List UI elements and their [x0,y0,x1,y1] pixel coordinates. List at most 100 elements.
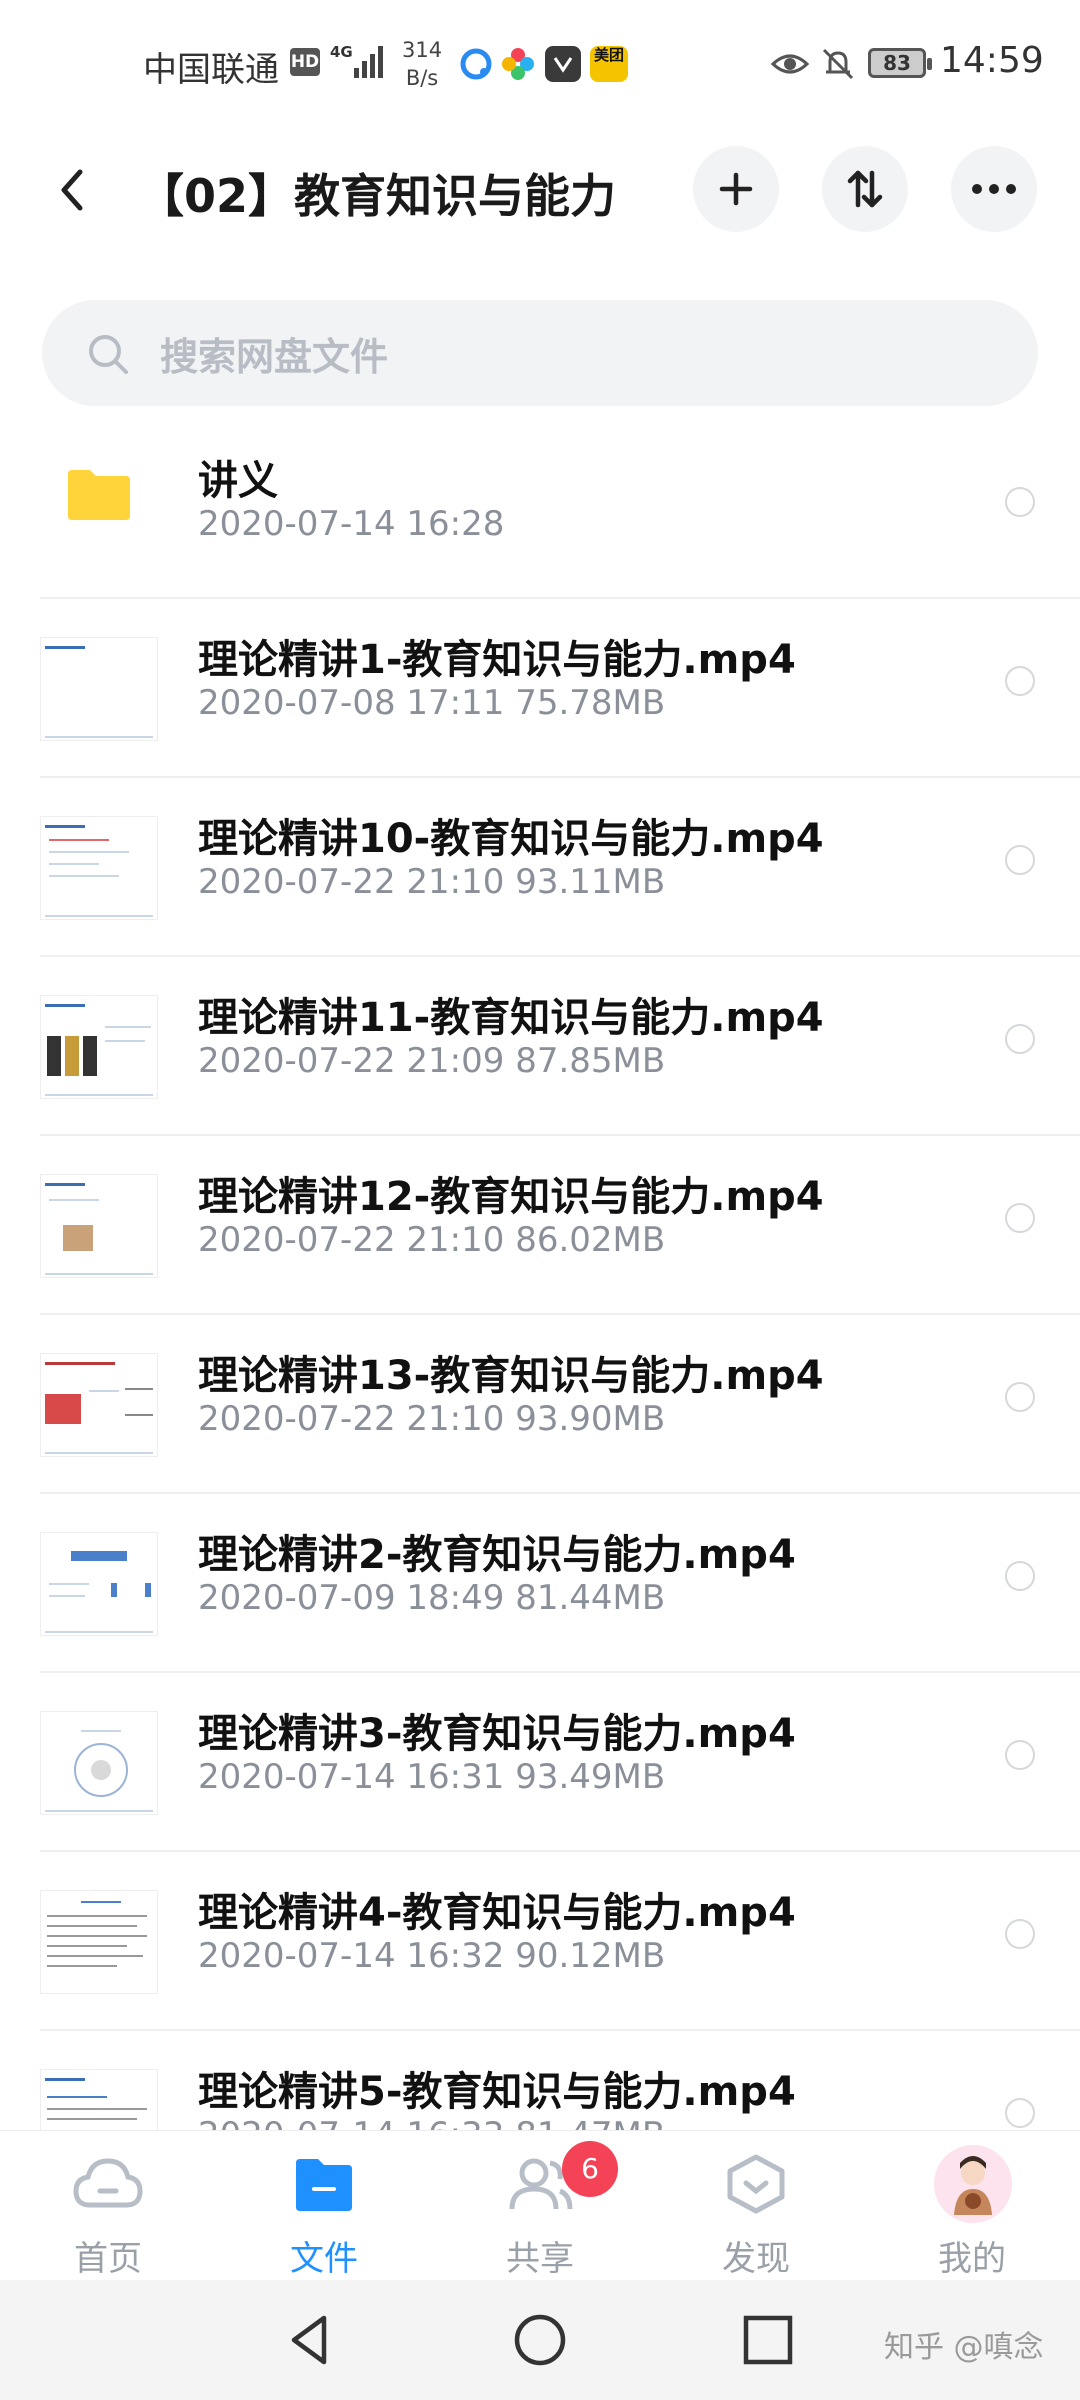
select-checkbox[interactable] [1005,2098,1035,2128]
select-checkbox[interactable] [1005,1561,1035,1591]
discover-icon [727,2154,785,2214]
select-checkbox[interactable] [1005,845,1035,875]
eye-icon [770,54,810,74]
sort-button[interactable] [822,146,908,232]
tab-files[interactable]: 文件 [216,2131,432,2281]
tab-mine[interactable]: 我的 [864,2131,1080,2281]
bottom-nav: 首页 文件 6 共享 发现 我的 [0,2130,1080,2280]
video-thumbnail [40,1174,158,1278]
system-recents-icon[interactable] [738,2310,798,2370]
clock: 14:59 [940,40,1044,81]
title-bar: 【02】教育知识与能力 [0,130,1080,250]
search-icon [89,335,128,374]
file-meta: 2020-07-08 17:11 75.78MB [198,683,666,723]
list-item[interactable]: 讲义 2020-07-14 16:28 [40,420,1080,599]
more-icon [972,184,1016,194]
select-checkbox[interactable] [1005,666,1035,696]
plus-icon [719,172,753,206]
battery-icon: 83 [868,48,932,78]
tab-share-label: 共享 [506,2239,574,2279]
system-nav-bar: 知乎 @嗔念 [0,2280,1080,2400]
file-name: 理论精讲10-教育知识与能力.mp4 [198,816,824,862]
video-thumbnail [40,1353,158,1457]
list-item[interactable]: 理论精讲1-教育知识与能力.mp4 2020-07-08 17:11 75.78… [40,599,1080,778]
file-meta: 2020-07-22 21:10 86.02MB [198,1220,666,1260]
speed-unit: B/s [405,66,439,90]
sort-icon [847,170,883,208]
app-notification-icon [458,46,494,82]
colorful-app-icon [502,48,534,80]
huawei-app-icon [545,46,581,82]
tab-discover-label: 发现 [722,2239,790,2279]
search-placeholder: 搜索网盘文件 [160,335,389,379]
signal-icon [354,46,383,78]
system-home-icon[interactable] [510,2310,570,2370]
carrier-label: 中国联通 [143,50,279,90]
list-item[interactable]: 理论精讲4-教育知识与能力.mp4 2020-07-14 16:32 90.12… [40,1852,1080,2031]
avatar [934,2145,1012,2223]
page-title: 【02】教育知识与能力 [138,169,617,223]
file-name: 理论精讲3-教育知识与能力.mp4 [198,1711,796,1757]
tab-files-label: 文件 [290,2239,358,2279]
back-icon[interactable] [48,160,96,220]
tab-home[interactable]: 首页 [0,2131,216,2281]
file-meta: 2020-07-22 21:09 87.85MB [198,1041,666,1081]
file-name: 理论精讲5-教育知识与能力.mp4 [198,2069,796,2115]
list-item[interactable]: 理论精讲11-教育知识与能力.mp4 2020-07-22 21:09 87.8… [40,957,1080,1136]
list-item[interactable]: 理论精讲13-教育知识与能力.mp4 2020-07-22 21:10 93.9… [40,1315,1080,1494]
select-checkbox[interactable] [1005,1382,1035,1412]
select-checkbox[interactable] [1005,487,1035,517]
file-meta: 2020-07-22 21:10 93.11MB [198,862,666,902]
video-thumbnail [40,1890,158,1994]
hd-icon: HD [290,48,320,76]
network-type: 4G [330,43,353,61]
list-item[interactable]: 理论精讲2-教育知识与能力.mp4 2020-07-09 18:49 81.44… [40,1494,1080,1673]
select-checkbox[interactable] [1005,1740,1035,1770]
folder-icon [296,2159,352,2211]
tab-share[interactable]: 6 共享 [432,2131,648,2281]
file-name: 理论精讲2-教育知识与能力.mp4 [198,1532,796,1578]
system-back-icon[interactable] [280,2310,340,2370]
search-input[interactable]: 搜索网盘文件 [42,300,1038,406]
file-meta: 2020-07-14 16:31 93.49MB [198,1757,666,1797]
file-name: 理论精讲1-教育知识与能力.mp4 [198,637,796,683]
tab-home-label: 首页 [74,2239,142,2279]
video-thumbnail [40,995,158,1099]
speed-value: 314 [402,38,443,62]
file-name: 理论精讲12-教育知识与能力.mp4 [198,1174,824,1220]
list-item[interactable]: 理论精讲3-教育知识与能力.mp4 2020-07-14 16:31 93.49… [40,1673,1080,1852]
video-thumbnail [40,1532,158,1636]
list-item[interactable]: 理论精讲5-教育知识与能力.mp4 2020-07-14 16:33 81.47… [40,2031,1080,2130]
cloud-icon [73,2158,143,2208]
select-checkbox[interactable] [1005,1919,1035,1949]
select-checkbox[interactable] [1005,1024,1035,1054]
mute-bell-icon [822,48,854,80]
video-thumbnail [40,816,158,920]
file-meta: 2020-07-22 21:10 93.90MB [198,1399,666,1439]
file-meta: 2020-07-09 18:49 81.44MB [198,1578,666,1618]
file-meta: 2020-07-14 16:32 90.12MB [198,1936,666,1976]
video-thumbnail [40,1711,158,1815]
battery-level: 83 [883,51,911,75]
tab-discover[interactable]: 发现 [648,2131,864,2281]
watermark: 知乎 @嗔念 [884,2330,1044,2365]
file-name: 理论精讲4-教育知识与能力.mp4 [198,1890,796,1936]
folder-icon [68,470,130,520]
status-bar: 中国联通 HD 4G 314 B/s 美团 83 14:59 [0,0,1080,130]
file-name: 理论精讲13-教育知识与能力.mp4 [198,1353,824,1399]
file-meta: 2020-07-14 16:28 [198,504,505,544]
video-thumbnail [40,2069,158,2130]
video-thumbnail [40,637,158,741]
file-name: 讲义 [198,458,278,504]
network-speed: 314 B/s [402,36,442,92]
list-item[interactable]: 理论精讲12-教育知识与能力.mp4 2020-07-22 21:10 86.0… [40,1136,1080,1315]
add-button[interactable] [693,146,779,232]
more-button[interactable] [951,146,1037,232]
share-badge: 6 [562,2141,618,2197]
meituan-app-icon: 美团 [590,46,628,82]
select-checkbox[interactable] [1005,1203,1035,1233]
file-list[interactable]: 讲义 2020-07-14 16:28 理论精讲1-教育知识与能力.mp4 20… [0,420,1080,2130]
list-item[interactable]: 理论精讲10-教育知识与能力.mp4 2020-07-22 21:10 93.1… [40,778,1080,957]
meituan-label: 美团 [593,46,624,64]
tab-mine-label: 我的 [938,2239,1006,2279]
